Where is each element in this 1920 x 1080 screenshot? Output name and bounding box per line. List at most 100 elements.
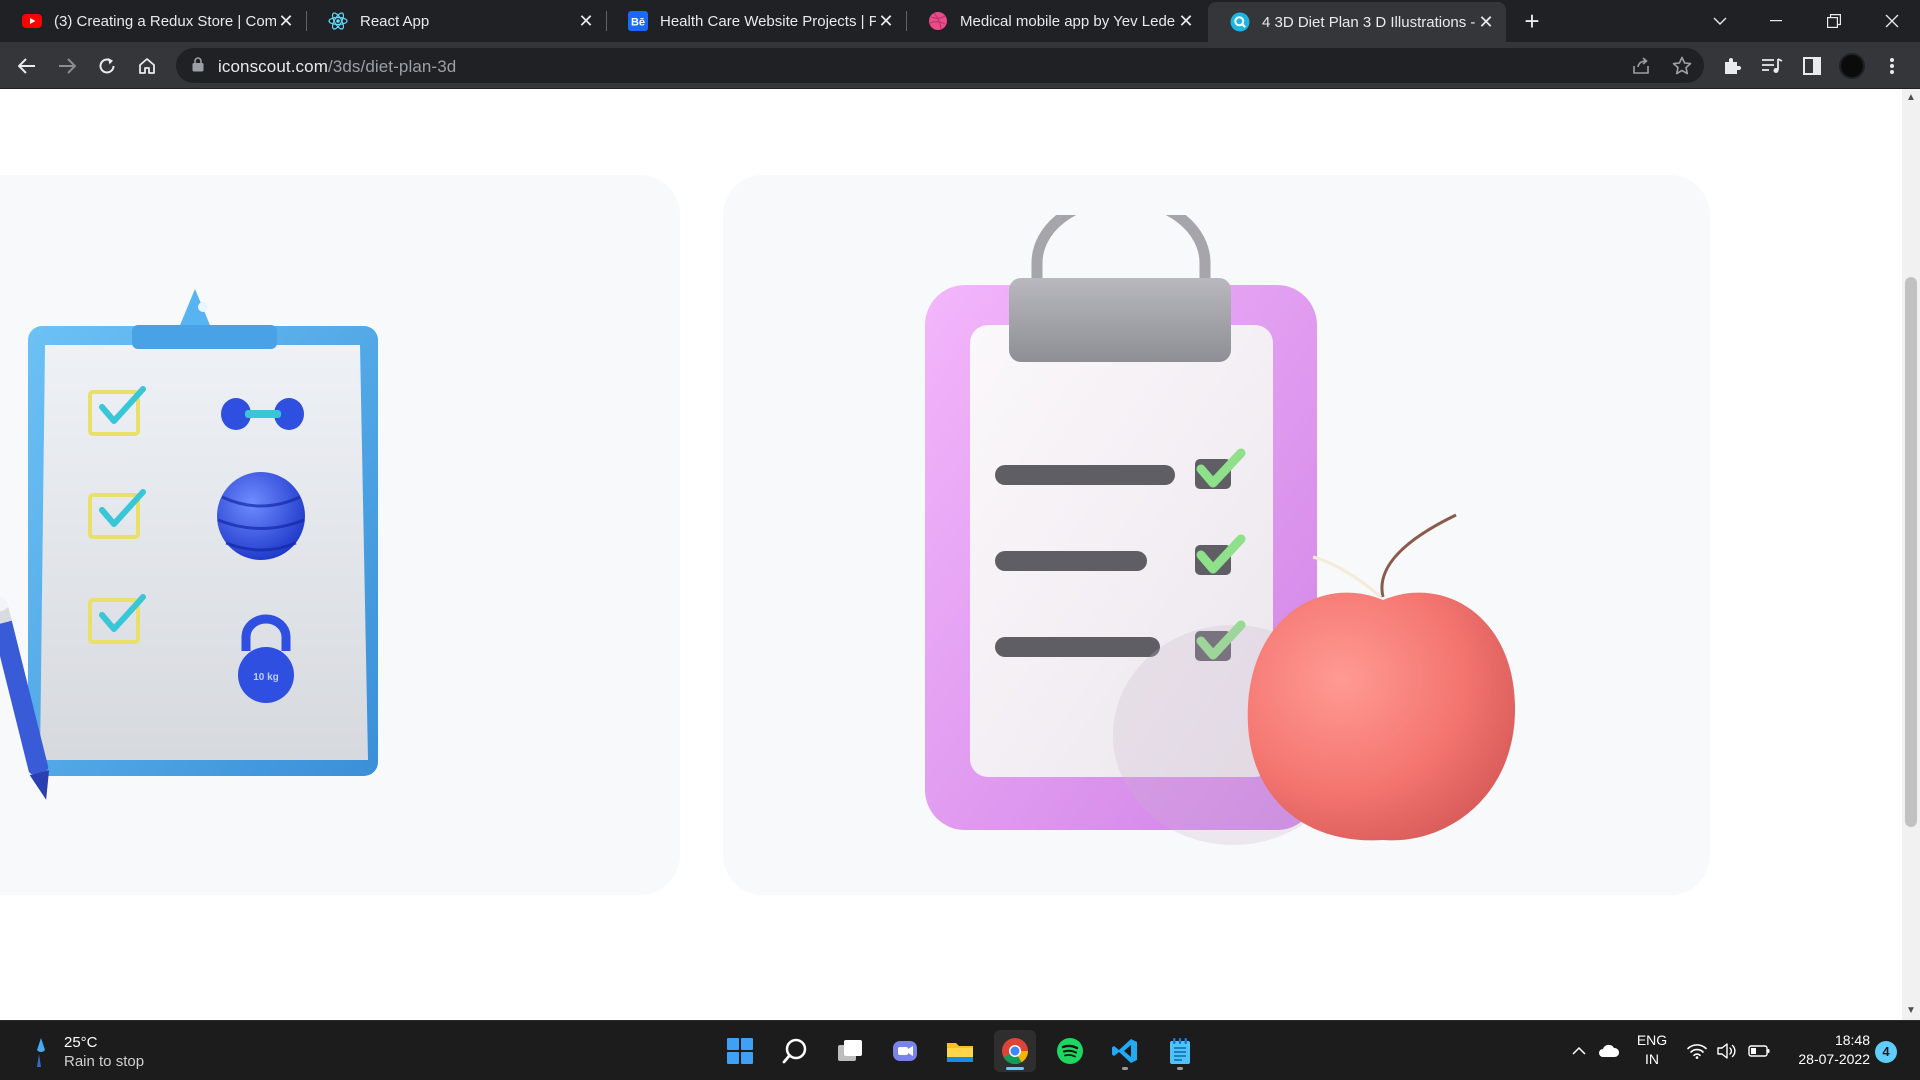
- forward-button[interactable]: [51, 50, 83, 82]
- spotify-button[interactable]: [1049, 1030, 1091, 1072]
- volume-button[interactable]: [1716, 1040, 1738, 1062]
- notepad-icon: [1170, 1038, 1190, 1064]
- url-path: /3ds/diet-plan-3d: [327, 57, 457, 76]
- page-scrollbar[interactable]: ▲ ▼: [1902, 89, 1920, 1020]
- input-language-indicator[interactable]: ENG IN: [1634, 1031, 1670, 1069]
- close-window-button[interactable]: [1864, 0, 1920, 42]
- windows-taskbar: 25°C Rain to stop ENG IN 18:48 28-07-202…: [0, 1020, 1920, 1080]
- close-tab-icon[interactable]: ✕: [276, 11, 296, 32]
- behance-icon: Bē: [628, 11, 648, 31]
- close-tab-icon[interactable]: ✕: [876, 11, 896, 32]
- browser-toolbar: iconscout.com/3ds/diet-plan-3d: [0, 42, 1920, 89]
- tab-diet-plan-illustrations[interactable]: 4 3D Diet Plan 3 D Illustrations - I ✕: [1208, 2, 1506, 42]
- side-panel-button[interactable]: [1796, 50, 1828, 82]
- restore-icon: [1827, 14, 1841, 28]
- onedrive-button[interactable]: [1598, 1040, 1620, 1062]
- puzzle-icon: [1725, 58, 1741, 74]
- cloud-icon: [1599, 1044, 1620, 1057]
- lock-icon[interactable]: [192, 57, 204, 77]
- active-app-indicator: [1006, 1067, 1024, 1070]
- home-icon: [139, 58, 155, 74]
- kebab-menu-icon: [1890, 58, 1894, 74]
- search-icon: [782, 1038, 807, 1064]
- speaker-icon: [1717, 1043, 1736, 1059]
- fitness-checklist-clipboard-illustration: 10 kg: [0, 289, 378, 800]
- tab-title: React App: [360, 12, 430, 30]
- iconscout-icon: [1230, 12, 1250, 32]
- url-text[interactable]: iconscout.com/3ds/diet-plan-3d: [218, 57, 456, 77]
- notification-count-badge[interactable]: 4: [1875, 1041, 1897, 1063]
- extensions-button[interactable]: [1716, 50, 1748, 82]
- close-tab-icon[interactable]: ✕: [1176, 11, 1196, 32]
- diet-plan-clipboard-illustration: [925, 215, 1516, 845]
- notepad-button[interactable]: [1159, 1030, 1201, 1072]
- rain-weather-icon: [37, 1038, 45, 1067]
- new-tab-button[interactable]: +: [1518, 7, 1546, 35]
- battery-button[interactable]: [1748, 1040, 1770, 1062]
- tab-react-app[interactable]: React App ✕: [306, 0, 606, 42]
- task-view-button[interactable]: [829, 1030, 871, 1072]
- chrome-button[interactable]: [994, 1030, 1036, 1072]
- running-app-indicator: [1122, 1067, 1128, 1070]
- weather-widget[interactable]: 25°C Rain to stop: [30, 1033, 144, 1071]
- illustration-card-fitness-checklist[interactable]: 10 kg: [0, 175, 680, 895]
- side-panel-icon: [1803, 57, 1821, 75]
- scrollbar-thumb[interactable]: [1905, 277, 1917, 827]
- close-icon: [1885, 14, 1899, 28]
- media-controls-button[interactable]: [1756, 50, 1788, 82]
- reload-icon: [99, 58, 115, 74]
- close-tab-icon[interactable]: ✕: [1476, 12, 1496, 33]
- back-button[interactable]: [11, 50, 43, 82]
- network-button[interactable]: [1686, 1040, 1708, 1062]
- file-explorer-button[interactable]: [939, 1030, 981, 1072]
- tab-title: 4 3D Diet Plan 3 D Illustrations - I: [1262, 13, 1476, 31]
- vscode-button[interactable]: [1104, 1030, 1146, 1072]
- tab-title: Medical mobile app by Yev Leder: [960, 12, 1176, 30]
- restore-button[interactable]: [1806, 0, 1862, 42]
- show-hidden-icons-button[interactable]: [1568, 1040, 1590, 1062]
- browser-menu-button[interactable]: [1876, 50, 1908, 82]
- start-button[interactable]: [719, 1030, 761, 1072]
- react-icon: [328, 11, 348, 31]
- weather-description: Rain to stop: [64, 1053, 145, 1070]
- teams-chat-icon: [893, 1041, 917, 1061]
- taskbar-search-button[interactable]: [774, 1030, 816, 1072]
- weather-temperature: 25°C: [64, 1034, 98, 1051]
- teams-chat-button[interactable]: [884, 1030, 926, 1072]
- close-tab-icon[interactable]: ✕: [576, 11, 596, 32]
- svg-text:Bē: Bē: [631, 17, 645, 29]
- tab-redux-store[interactable]: (3) Creating a Redux Store | Comp ✕: [0, 0, 306, 42]
- region-code: IN: [1645, 1051, 1659, 1067]
- clock-widget[interactable]: 18:48 28-07-2022: [1780, 1031, 1870, 1069]
- home-button[interactable]: [131, 50, 163, 82]
- task-view-icon: [838, 1040, 862, 1061]
- clock-date: 28-07-2022: [1798, 1051, 1870, 1067]
- battery-icon: [1748, 1045, 1770, 1057]
- tab-health-care-projects[interactable]: Bē Health Care Website Projects | Ph ✕: [606, 0, 906, 42]
- arrow-right-icon: [59, 58, 76, 74]
- vscode-icon: [1112, 1039, 1137, 1063]
- spotify-icon: [1057, 1038, 1083, 1064]
- file-explorer-icon: [947, 1043, 973, 1062]
- share-icon[interactable]: [1632, 56, 1652, 76]
- profile-button[interactable]: [1836, 50, 1868, 82]
- address-bar[interactable]: iconscout.com/3ds/diet-plan-3d: [176, 48, 1704, 83]
- arrow-left-icon: [18, 58, 35, 74]
- bookmark-star-icon[interactable]: [1672, 56, 1692, 76]
- chevron-down-icon: [1713, 17, 1727, 25]
- illustration-card-diet-plan[interactable]: [723, 175, 1710, 895]
- chevron-up-icon: [1572, 1046, 1586, 1055]
- url-host: iconscout.com: [218, 57, 328, 76]
- tab-medical-mobile-app[interactable]: Medical mobile app by Yev Leder ✕: [906, 0, 1206, 42]
- wifi-icon: [1687, 1044, 1707, 1059]
- page-content: 10 kg: [0, 89, 1902, 1020]
- tab-search-button[interactable]: [1692, 0, 1748, 42]
- clock-time: 18:48: [1834, 1032, 1870, 1048]
- minimize-button[interactable]: [1748, 0, 1804, 42]
- playlist-icon: [1762, 58, 1783, 73]
- tab-strip: (3) Creating a Redux Store | Comp ✕ Reac…: [0, 0, 1920, 42]
- scroll-up-arrow-icon[interactable]: ▲: [1902, 89, 1920, 107]
- scroll-down-arrow-icon[interactable]: ▼: [1902, 1002, 1920, 1020]
- tab-title: (3) Creating a Redux Store | Comp: [54, 12, 276, 30]
- reload-button[interactable]: [91, 50, 123, 82]
